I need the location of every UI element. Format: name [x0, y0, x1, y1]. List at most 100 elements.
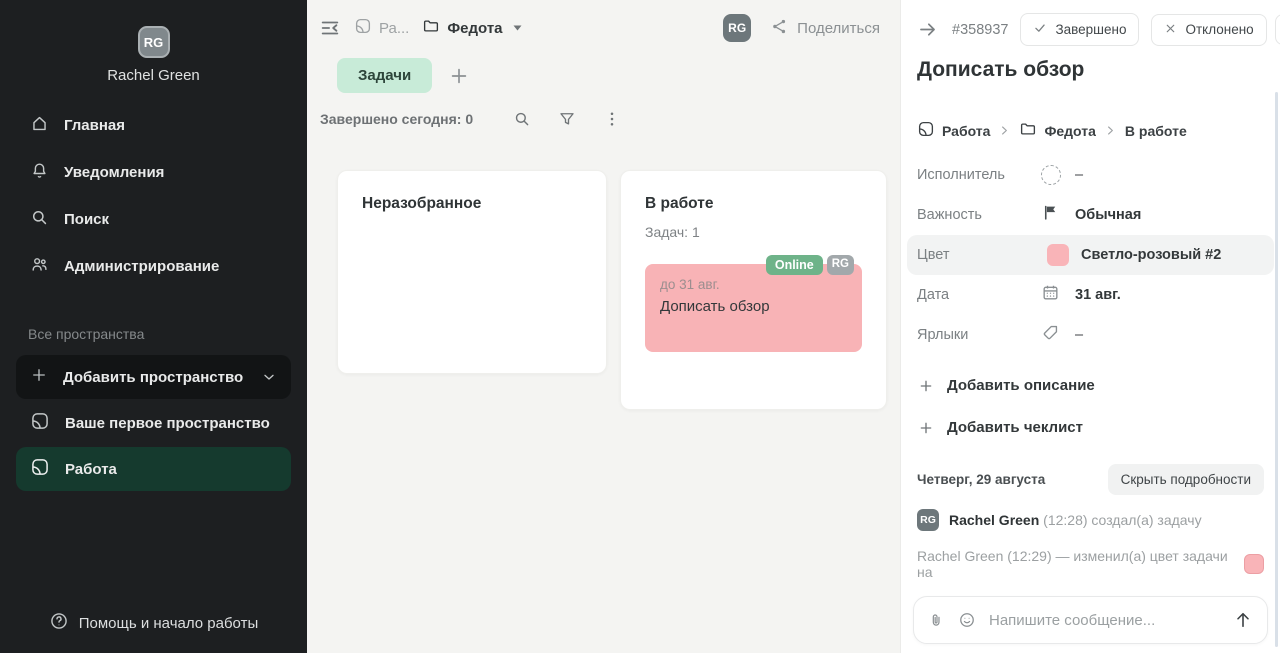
card-due-date: до 31 авг. — [660, 277, 847, 292]
sidebar-item-administration[interactable]: Администрирование — [0, 243, 307, 290]
breadcrumb-folder-label: Федота — [447, 20, 502, 37]
send-icon[interactable] — [1233, 610, 1253, 630]
space-label: Работа — [65, 461, 117, 478]
field-label: Ярлыки — [917, 327, 1041, 343]
board-panel: Ра... Федота RG Поделиться Задачи Заверш… — [307, 0, 900, 653]
tab-tasks[interactable]: Задачи — [337, 58, 432, 93]
color-swatch — [1244, 554, 1264, 574]
task-breadcrumb: Работа Федота В работе — [901, 120, 1280, 141]
kanban-column-in-progress[interactable]: В работе Задач: 1 Online RG до 31 авг. Д… — [620, 170, 887, 410]
breadcrumb-label: Работа — [942, 123, 990, 139]
calendar-icon — [1041, 283, 1060, 307]
add-space-button[interactable]: Добавить пространство — [16, 355, 291, 399]
more-options-icon[interactable] — [603, 110, 621, 128]
space-icon — [354, 17, 372, 39]
chevron-right-icon — [1105, 125, 1116, 136]
filter-icon[interactable] — [558, 110, 576, 128]
collapse-sidebar-icon[interactable] — [319, 17, 341, 39]
field-assignee[interactable]: Исполнитель – — [901, 155, 1280, 195]
column-title: Неразобранное — [362, 195, 582, 213]
close-icon — [1164, 22, 1177, 38]
tag-icon — [1041, 323, 1060, 347]
sidebar-item-notifications[interactable]: Уведомления — [0, 149, 307, 196]
folder-icon — [422, 17, 440, 39]
message-input[interactable] — [989, 612, 1220, 629]
activity-entry-color-changed: Rachel Green (12:29) — изменил(а) цвет з… — [901, 548, 1280, 580]
app-window: RG Rachel Green Главная Уведомления Поис… — [0, 0, 1280, 653]
sidebar-item-search[interactable]: Поиск — [0, 196, 307, 243]
hide-details-button[interactable]: Скрыть подробности — [1108, 464, 1264, 495]
board-header: Ра... Федота RG Поделиться — [307, 0, 900, 42]
share-button[interactable]: Поделиться — [771, 18, 880, 39]
search-icon[interactable] — [513, 110, 531, 128]
space-label: Ваше первое пространство — [65, 415, 270, 432]
sidebar-item-home[interactable]: Главная — [0, 102, 307, 149]
card-title: Дописать обзор — [660, 298, 847, 315]
message-composer — [913, 596, 1268, 644]
user-name: Rachel Green — [0, 67, 307, 84]
sidebar-item-space-rabota[interactable]: Работа — [16, 447, 291, 491]
plus-icon — [30, 366, 48, 388]
task-id: #358937 — [952, 22, 1008, 38]
add-checklist-label: Добавить чеклист — [947, 419, 1083, 436]
kanban-columns: Неразобранное В работе Задач: 1 Online R… — [307, 170, 900, 410]
task-card[interactable]: Online RG до 31 авг. Дописать обзор — [645, 264, 862, 352]
scrollbar[interactable] — [1275, 92, 1278, 647]
breadcrumb-space[interactable]: Работа — [917, 120, 990, 141]
sidebar-item-label: Администрирование — [64, 258, 219, 275]
avatar: RG — [917, 509, 939, 531]
sidebar-item-first-space[interactable]: Ваше первое пространство — [16, 401, 291, 445]
field-labels[interactable]: Ярлыки – — [901, 315, 1280, 355]
board-tabs: Задачи — [307, 58, 900, 93]
share-icon — [771, 18, 788, 39]
completed-today-label: Завершено сегодня: 0 — [320, 111, 473, 127]
board-toolbar: Завершено сегодня: 0 — [307, 110, 900, 128]
field-value: 31 авг. — [1075, 287, 1121, 303]
field-priority[interactable]: Важность Обычная — [901, 195, 1280, 235]
breadcrumb-space-label: Ра... — [379, 20, 409, 37]
field-date[interactable]: Дата 31 авг. — [901, 275, 1280, 315]
breadcrumb-space[interactable]: Ра... — [354, 17, 409, 39]
plus-icon — [918, 420, 934, 436]
activity-date: Четверг, 29 августа — [917, 472, 1045, 487]
user-avatar[interactable]: RG — [138, 26, 170, 58]
card-avatar-badge: RG — [827, 255, 854, 275]
add-description-button[interactable]: Добавить описание — [901, 377, 1280, 394]
collapse-panel-icon[interactable] — [917, 19, 938, 40]
task-panel-header: #358937 Завершено Отклонено — [901, 0, 1280, 46]
kanban-column-inbox[interactable]: Неразобранное — [337, 170, 607, 374]
task-more-options-icon[interactable] — [1275, 14, 1280, 45]
breadcrumb-folder[interactable]: Федота — [1019, 120, 1095, 141]
spaces-section-label: Все пространства — [0, 326, 307, 342]
help-link[interactable]: Помощь и начало работы — [0, 611, 307, 635]
field-label: Важность — [917, 207, 1041, 223]
field-value: Светло-розовый #2 — [1081, 247, 1221, 263]
add-space-label: Добавить пространство — [63, 369, 243, 386]
breadcrumb-folder[interactable]: Федота — [422, 17, 521, 39]
column-title: В работе — [645, 195, 862, 213]
decline-button[interactable]: Отклонено — [1151, 14, 1266, 46]
field-value: – — [1075, 167, 1083, 183]
task-title[interactable]: Дописать обзор — [901, 58, 1280, 82]
flag-icon — [1041, 203, 1060, 227]
activity-author: Rachel Green — [949, 512, 1039, 528]
help-label: Помощь и начало работы — [79, 615, 258, 632]
space-icon — [30, 457, 50, 481]
board-user-avatar[interactable]: RG — [723, 14, 751, 42]
plus-icon — [918, 378, 934, 394]
sidebar: RG Rachel Green Главная Уведомления Поис… — [0, 0, 307, 653]
complete-button[interactable]: Завершено — [1020, 13, 1139, 46]
add-checklist-button[interactable]: Добавить чеклист — [901, 419, 1280, 436]
sidebar-item-label: Уведомления — [64, 164, 164, 181]
bell-icon — [30, 161, 49, 184]
add-tab-icon[interactable] — [448, 65, 470, 87]
chevron-right-icon — [999, 125, 1010, 136]
task-detail-panel: #358937 Завершено Отклонено Дописать обз… — [900, 0, 1280, 653]
field-label: Исполнитель — [917, 167, 1041, 183]
attachment-icon[interactable] — [928, 612, 945, 629]
home-icon — [30, 114, 49, 137]
emoji-icon[interactable] — [958, 611, 976, 629]
search-icon — [30, 208, 49, 231]
field-color[interactable]: Цвет Светло-розовый #2 — [907, 235, 1274, 275]
breadcrumb-status[interactable]: В работе — [1125, 123, 1187, 139]
